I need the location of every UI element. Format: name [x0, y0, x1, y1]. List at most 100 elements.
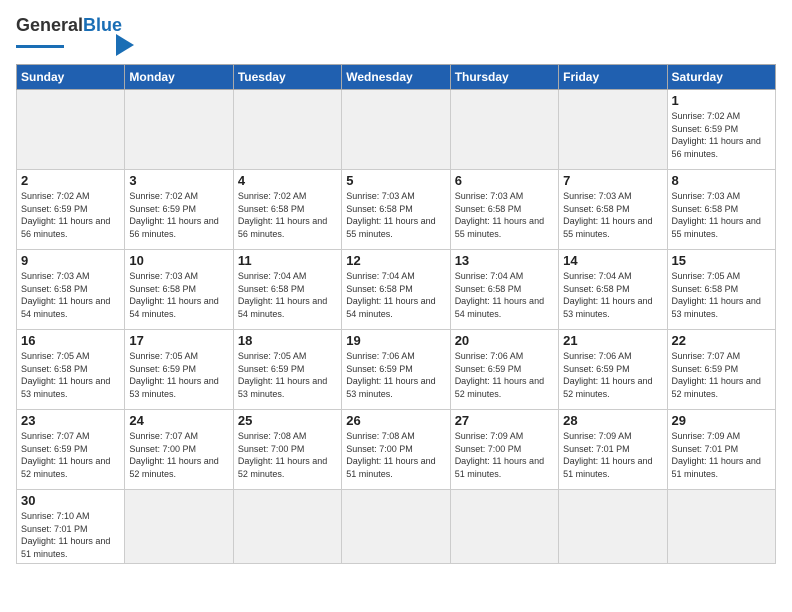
day-info: Sunrise: 7:06 AM Sunset: 6:59 PM Dayligh… — [346, 350, 445, 400]
logo-icon — [116, 34, 134, 56]
day-number: 5 — [346, 173, 445, 188]
day-number: 9 — [21, 253, 120, 268]
day-info: Sunrise: 7:02 AM Sunset: 6:59 PM Dayligh… — [672, 110, 771, 160]
weekday-header-sunday: Sunday — [17, 65, 125, 90]
day-info: Sunrise: 7:03 AM Sunset: 6:58 PM Dayligh… — [455, 190, 554, 240]
day-number: 13 — [455, 253, 554, 268]
day-info: Sunrise: 7:09 AM Sunset: 7:01 PM Dayligh… — [672, 430, 771, 480]
day-number: 25 — [238, 413, 337, 428]
day-number: 22 — [672, 333, 771, 348]
logo-text: General — [16, 16, 83, 34]
day-number: 18 — [238, 333, 337, 348]
day-number: 2 — [21, 173, 120, 188]
day-info: Sunrise: 7:09 AM Sunset: 7:01 PM Dayligh… — [563, 430, 662, 480]
day-info: Sunrise: 7:10 AM Sunset: 7:01 PM Dayligh… — [21, 510, 120, 560]
calendar-cell — [125, 90, 233, 170]
day-number: 6 — [455, 173, 554, 188]
weekday-header-friday: Friday — [559, 65, 667, 90]
weekday-header-wednesday: Wednesday — [342, 65, 450, 90]
calendar-cell: 2 Sunrise: 7:02 AM Sunset: 6:59 PM Daylig… — [17, 170, 125, 250]
day-number: 14 — [563, 253, 662, 268]
logo: General Blue — [16, 16, 134, 56]
day-info: Sunrise: 7:03 AM Sunset: 6:58 PM Dayligh… — [672, 190, 771, 240]
day-number: 20 — [455, 333, 554, 348]
calendar-cell: 8 Sunrise: 7:03 AM Sunset: 6:58 PM Daylig… — [667, 170, 775, 250]
calendar-cell — [450, 490, 558, 564]
calendar-cell: 13 Sunrise: 7:04 AM Sunset: 6:58 PM Dayli… — [450, 250, 558, 330]
day-info: Sunrise: 7:04 AM Sunset: 6:58 PM Dayligh… — [238, 270, 337, 320]
day-number: 17 — [129, 333, 228, 348]
day-info: Sunrise: 7:06 AM Sunset: 6:59 PM Dayligh… — [563, 350, 662, 400]
calendar-cell: 22 Sunrise: 7:07 AM Sunset: 6:59 PM Dayli… — [667, 330, 775, 410]
calendar-cell — [125, 490, 233, 564]
day-info: Sunrise: 7:05 AM Sunset: 6:59 PM Dayligh… — [238, 350, 337, 400]
calendar-cell — [559, 490, 667, 564]
day-number: 7 — [563, 173, 662, 188]
calendar-cell: 25Sunrise: 7:08 AM Sunset: 7:00 PM Dayli… — [233, 410, 341, 490]
day-info: Sunrise: 7:05 AM Sunset: 6:59 PM Dayligh… — [129, 350, 228, 400]
day-number: 11 — [238, 253, 337, 268]
weekday-header-thursday: Thursday — [450, 65, 558, 90]
calendar-cell: 19 Sunrise: 7:06 AM Sunset: 6:59 PM Dayli… — [342, 330, 450, 410]
day-number: 3 — [129, 173, 228, 188]
calendar-cell — [342, 90, 450, 170]
calendar-cell: 14 Sunrise: 7:04 AM Sunset: 6:58 PM Dayli… — [559, 250, 667, 330]
day-number: 23 — [21, 413, 120, 428]
calendar-cell — [450, 90, 558, 170]
calendar-cell: 1 Sunrise: 7:02 AM Sunset: 6:59 PM Daylig… — [667, 90, 775, 170]
day-info: Sunrise: 7:07 AM Sunset: 7:00 PM Dayligh… — [129, 430, 228, 480]
calendar-cell: 21 Sunrise: 7:06 AM Sunset: 6:59 PM Dayli… — [559, 330, 667, 410]
calendar-cell — [233, 90, 341, 170]
day-number: 4 — [238, 173, 337, 188]
calendar-cell — [559, 90, 667, 170]
day-info: Sunrise: 7:07 AM Sunset: 6:59 PM Dayligh… — [21, 430, 120, 480]
header: General Blue — [16, 16, 776, 56]
day-info: Sunrise: 7:05 AM Sunset: 6:58 PM Dayligh… — [672, 270, 771, 320]
calendar-cell: 29 Sunrise: 7:09 AM Sunset: 7:01 PM Dayli… — [667, 410, 775, 490]
calendar-cell: 18 Sunrise: 7:05 AM Sunset: 6:59 PM Dayli… — [233, 330, 341, 410]
day-info: Sunrise: 7:08 AM Sunset: 7:00 PM Dayligh… — [346, 430, 445, 480]
day-info: Sunrise: 7:05 AM Sunset: 6:58 PM Dayligh… — [21, 350, 120, 400]
calendar-cell: 30Sunrise: 7:10 AM Sunset: 7:01 PM Dayli… — [17, 490, 125, 564]
day-info: Sunrise: 7:03 AM Sunset: 6:58 PM Dayligh… — [21, 270, 120, 320]
day-number: 8 — [672, 173, 771, 188]
calendar-cell — [233, 490, 341, 564]
calendar-cell: 20 Sunrise: 7:06 AM Sunset: 6:59 PM Dayli… — [450, 330, 558, 410]
calendar-cell: 26 Sunrise: 7:08 AM Sunset: 7:00 PM Dayli… — [342, 410, 450, 490]
day-info: Sunrise: 7:06 AM Sunset: 6:59 PM Dayligh… — [455, 350, 554, 400]
day-info: Sunrise: 7:02 AM Sunset: 6:59 PM Dayligh… — [21, 190, 120, 240]
calendar-cell — [342, 490, 450, 564]
day-number: 19 — [346, 333, 445, 348]
day-info: Sunrise: 7:04 AM Sunset: 6:58 PM Dayligh… — [563, 270, 662, 320]
day-number: 10 — [129, 253, 228, 268]
weekday-header-tuesday: Tuesday — [233, 65, 341, 90]
day-info: Sunrise: 7:03 AM Sunset: 6:58 PM Dayligh… — [563, 190, 662, 240]
logo-blue-text: Blue — [83, 16, 122, 34]
day-number: 29 — [672, 413, 771, 428]
calendar-cell: 17 Sunrise: 7:05 AM Sunset: 6:59 PM Dayli… — [125, 330, 233, 410]
calendar-cell: 9 Sunrise: 7:03 AM Sunset: 6:58 PM Daylig… — [17, 250, 125, 330]
calendar-cell: 23 Sunrise: 7:07 AM Sunset: 6:59 PM Dayli… — [17, 410, 125, 490]
weekday-header-monday: Monday — [125, 65, 233, 90]
day-info: Sunrise: 7:07 AM Sunset: 6:59 PM Dayligh… — [672, 350, 771, 400]
day-number: 15 — [672, 253, 771, 268]
day-info: Sunrise: 7:03 AM Sunset: 6:58 PM Dayligh… — [346, 190, 445, 240]
calendar-cell: 7 Sunrise: 7:03 AM Sunset: 6:58 PM Daylig… — [559, 170, 667, 250]
calendar-cell: 11 Sunrise: 7:04 AM Sunset: 6:58 PM Dayli… — [233, 250, 341, 330]
day-info: Sunrise: 7:02 AM Sunset: 6:58 PM Dayligh… — [238, 190, 337, 240]
calendar-cell: 5 Sunrise: 7:03 AM Sunset: 6:58 PM Daylig… — [342, 170, 450, 250]
day-number: 21 — [563, 333, 662, 348]
day-info: Sunrise: 7:04 AM Sunset: 6:58 PM Dayligh… — [455, 270, 554, 320]
day-number: 27 — [455, 413, 554, 428]
calendar-cell: 16Sunrise: 7:05 AM Sunset: 6:58 PM Dayli… — [17, 330, 125, 410]
calendar-cell: 4 Sunrise: 7:02 AM Sunset: 6:58 PM Daylig… — [233, 170, 341, 250]
calendar-cell: 15 Sunrise: 7:05 AM Sunset: 6:58 PM Dayli… — [667, 250, 775, 330]
day-number: 26 — [346, 413, 445, 428]
day-info: Sunrise: 7:09 AM Sunset: 7:00 PM Dayligh… — [455, 430, 554, 480]
day-info: Sunrise: 7:03 AM Sunset: 6:58 PM Dayligh… — [129, 270, 228, 320]
calendar-cell: 3 Sunrise: 7:02 AM Sunset: 6:59 PM Daylig… — [125, 170, 233, 250]
day-number: 24 — [129, 413, 228, 428]
calendar: SundayMondayTuesdayWednesdayThursdayFrid… — [16, 64, 776, 564]
day-info: Sunrise: 7:02 AM Sunset: 6:59 PM Dayligh… — [129, 190, 228, 240]
day-number: 1 — [672, 93, 771, 108]
